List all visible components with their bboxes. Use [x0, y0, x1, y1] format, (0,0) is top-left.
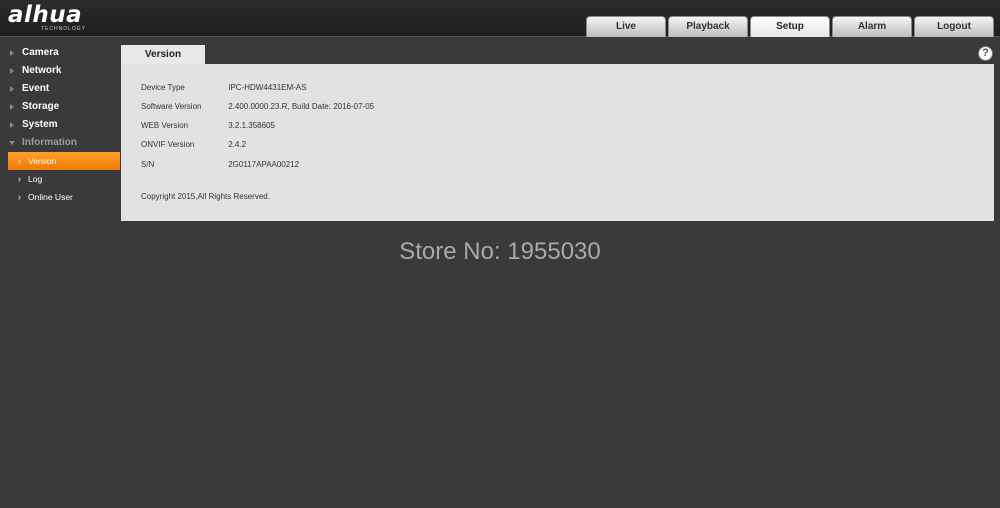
- info-label: WEB Version: [141, 121, 189, 130]
- sidebar-item-label: Event: [22, 83, 50, 94]
- tab-version[interactable]: Version: [121, 45, 205, 64]
- sidebar-item-label: Camera: [22, 47, 59, 58]
- info-value: 2.4.2: [228, 140, 247, 149]
- sidebar-item-storage[interactable]: Storage: [0, 98, 120, 116]
- nav-setup-button[interactable]: Setup: [750, 16, 830, 37]
- sidebar-item-network[interactable]: Network: [0, 62, 120, 80]
- info-row-web-version: WEB Version 3.2.1.358605: [141, 120, 275, 132]
- caret-right-icon: [10, 104, 14, 110]
- logo-text: alhua: [8, 2, 83, 28]
- chevron-right-icon: ›: [18, 192, 21, 202]
- sidebar-subitem-label: Online User: [28, 192, 73, 202]
- nav-logout-button[interactable]: Logout: [914, 16, 994, 37]
- info-label: Software Version: [141, 102, 202, 111]
- info-row-software-version: Software Version 2.400.0000.23.R, Build …: [141, 101, 374, 113]
- caret-right-icon: [10, 50, 14, 56]
- logo-tagline: TECHNOLOGY: [41, 26, 87, 32]
- info-value: 3.2.1.358605: [228, 121, 275, 130]
- info-value: 2G0117APAA00212: [228, 160, 300, 169]
- caret-down-icon: [9, 141, 15, 145]
- sidebar-item-label: Information: [22, 137, 77, 148]
- header-bar: alhua TECHNOLOGY Live Playback Setup Ala…: [0, 0, 1000, 37]
- sidebar-subitem-online-user[interactable]: › Online User: [0, 188, 120, 206]
- chevron-right-icon: ›: [18, 156, 21, 166]
- sidebar-subitem-label: Log: [28, 174, 43, 184]
- info-row-device-type: Device Type IPC-HDW4431EM-AS: [141, 82, 306, 94]
- dahua-logo: alhua TECHNOLOGY: [8, 2, 118, 34]
- sidebar-item-system[interactable]: System: [0, 116, 120, 134]
- chevron-right-icon: ›: [18, 174, 21, 184]
- sidebar-menu: Camera Network Event Storage System Info…: [0, 44, 120, 206]
- sidebar-item-information[interactable]: Information: [0, 134, 120, 152]
- sidebar-item-label: System: [22, 119, 58, 130]
- version-info-panel: Device Type IPC-HDW4431EM-AS Software Ve…: [121, 64, 994, 221]
- info-label: S/N: [141, 160, 155, 169]
- store-watermark: Store No: 1955030: [399, 238, 601, 265]
- sidebar-item-event[interactable]: Event: [0, 80, 120, 98]
- info-row-serial-number: S/N 2G0117APAA00212: [141, 159, 299, 171]
- info-value: IPC-HDW4431EM-AS: [228, 83, 307, 92]
- sidebar-subitem-label: Version: [28, 156, 57, 166]
- nav-alarm-button[interactable]: Alarm: [832, 16, 912, 37]
- sidebar-subitem-version[interactable]: › Version: [8, 152, 120, 170]
- help-icon[interactable]: ?: [978, 46, 993, 61]
- nav-playback-button[interactable]: Playback: [668, 16, 748, 37]
- top-nav: Live Playback Setup Alarm Logout: [586, 16, 996, 37]
- info-label: Device Type: [141, 83, 185, 92]
- copyright-text: Copyright 2015,All Rights Reserved.: [141, 192, 270, 201]
- sidebar-item-label: Network: [22, 65, 62, 76]
- sidebar-item-label: Storage: [22, 101, 60, 112]
- caret-right-icon: [10, 122, 14, 128]
- info-row-onvif-version: ONVIF Version 2.4.2: [141, 139, 246, 151]
- sidebar-item-camera[interactable]: Camera: [0, 44, 120, 62]
- nav-live-button[interactable]: Live: [586, 16, 666, 37]
- info-label: ONVIF Version: [141, 140, 195, 149]
- info-value: 2.400.0000.23.R, Build Date: 2016-07-05: [228, 102, 375, 111]
- sidebar-subitem-log[interactable]: › Log: [0, 170, 120, 188]
- caret-right-icon: [10, 68, 14, 74]
- caret-right-icon: [10, 86, 14, 92]
